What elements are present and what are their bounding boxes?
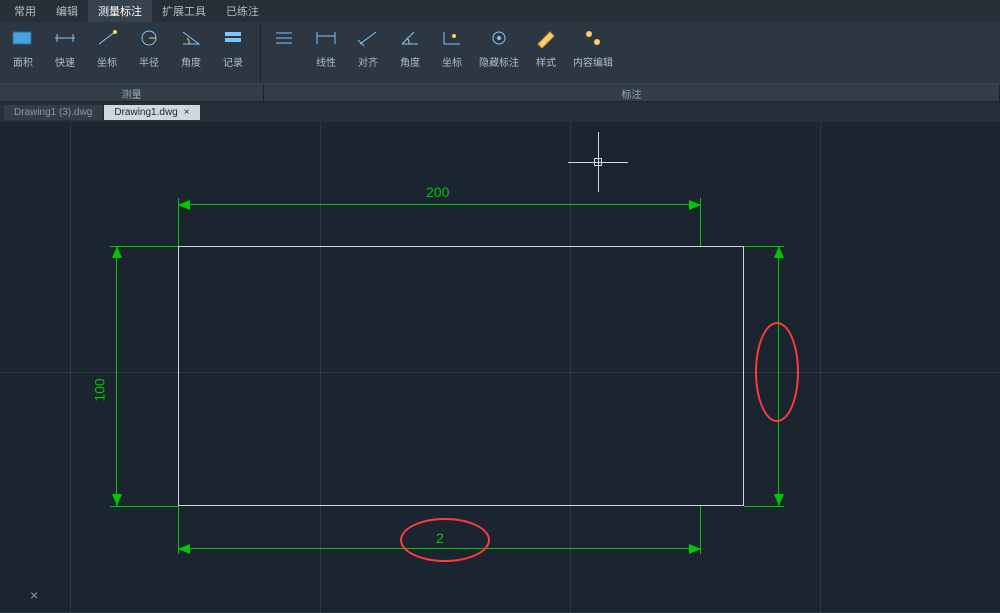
ribbon-angle2-button[interactable]: 角度 (393, 26, 427, 69)
menu-tab-edit[interactable]: 编辑 (46, 0, 88, 22)
menu-tab-measure-annotate[interactable]: 测量标注 (88, 0, 152, 22)
arrow-left-icon (178, 544, 190, 554)
ribbon-coord2-button[interactable]: 坐标 (435, 26, 469, 69)
menu-tabs: 常用 编辑 测量标注 扩展工具 已练注 (0, 0, 1000, 22)
dim-line-top (178, 204, 701, 205)
ribbon-style-button[interactable]: 样式 (529, 26, 563, 69)
ribbon-coord-button[interactable]: 坐标 (90, 26, 124, 69)
dim-ext-line (744, 506, 784, 507)
doc-tab-inactive[interactable]: Drawing1 (3).dwg (4, 105, 102, 120)
menu-tab-trained[interactable]: 已练注 (216, 0, 269, 22)
edit-icon (581, 26, 605, 50)
ribbon-label: 角度 (181, 54, 201, 69)
arrow-down-icon (774, 494, 784, 506)
ribbon-angle-button[interactable]: 角度 (174, 26, 208, 69)
group-label-annotate: 标注 (264, 84, 1000, 101)
ribbon-label: 角度 (400, 54, 420, 69)
ribbon-group-annotate: 线性 对齐 角度 坐标 隐藏标注 样式 内容编辑 (260, 22, 1000, 83)
grid-line (820, 122, 821, 613)
dim-line-left (116, 246, 117, 506)
menu-tab-common[interactable]: 常用 (4, 0, 46, 22)
ribbon: 面积 快速 坐标 半径 角度 记录 线性 (0, 22, 1000, 84)
arrow-up-icon (112, 246, 122, 258)
coord2-icon (440, 26, 464, 50)
ribbon-record-button[interactable]: 记录 (216, 26, 250, 69)
arrow-right-icon (689, 200, 701, 210)
doc-tab-label: Drawing1.dwg (114, 107, 177, 118)
quick-icon (53, 26, 77, 50)
ribbon-radius-button[interactable]: 半径 (132, 26, 166, 69)
coord-icon (95, 26, 119, 50)
ribbon-label: 记录 (223, 54, 243, 69)
list-icon (272, 26, 296, 50)
aligned-icon (356, 26, 380, 50)
ribbon-label: 面积 (13, 54, 33, 69)
arrow-up-icon (774, 246, 784, 258)
ribbon-groups-bar: 测量 标注 (0, 84, 1000, 102)
hide-icon (487, 26, 511, 50)
doc-tab-active[interactable]: Drawing1.dwg × (104, 105, 199, 120)
rectangle-shape (178, 246, 744, 506)
radius-icon (137, 26, 161, 50)
ribbon-label: 隐藏标注 (479, 54, 519, 69)
record-icon (221, 26, 245, 50)
ribbon-hide-button[interactable]: 隐藏标注 (477, 26, 521, 69)
ribbon-aligned-button[interactable]: 对齐 (351, 26, 385, 69)
annotation-ellipse (755, 322, 799, 422)
area-icon (11, 26, 35, 50)
ribbon-label: 半径 (139, 54, 159, 69)
document-tabs: Drawing1 (3).dwg Drawing1.dwg × (0, 102, 1000, 122)
ribbon-label: 样式 (536, 54, 556, 69)
menu-tab-extend-tools[interactable]: 扩展工具 (152, 0, 216, 22)
ribbon-label: 坐标 (97, 54, 117, 69)
ribbon-group-measure: 面积 快速 坐标 半径 角度 记录 (0, 22, 260, 83)
ribbon-quick-button[interactable]: 快速 (48, 26, 82, 69)
ribbon-label: 坐标 (442, 54, 462, 69)
ribbon-edit-button[interactable]: 内容编辑 (571, 26, 615, 69)
dim-ext-line (110, 506, 178, 507)
doc-tab-label: Drawing1 (3).dwg (14, 107, 92, 118)
linear-icon (314, 26, 338, 50)
ribbon-label: 快速 (55, 54, 75, 69)
grid-line (70, 122, 71, 613)
dim-text-left: 100 (92, 378, 108, 401)
ribbon-label: 内容编辑 (573, 54, 613, 69)
ribbon-label: 线性 (316, 54, 336, 69)
angle2-icon (398, 26, 422, 50)
drawing-canvas[interactable]: 200 100 2 × (0, 122, 1000, 613)
arrow-left-icon (178, 200, 190, 210)
ribbon-label: 对齐 (358, 54, 378, 69)
dim-text-top: 200 (426, 184, 449, 200)
close-icon[interactable]: × (30, 587, 38, 603)
arrow-right-icon (689, 544, 701, 554)
group-label-measure: 测量 (0, 84, 264, 101)
ribbon-list-button[interactable] (267, 26, 301, 54)
style-icon (534, 26, 558, 50)
angle-icon (179, 26, 203, 50)
close-icon[interactable]: × (184, 107, 190, 118)
ribbon-area-button[interactable]: 面积 (6, 26, 40, 69)
ribbon-linear-button[interactable]: 线性 (309, 26, 343, 69)
arrow-down-icon (112, 494, 122, 506)
annotation-ellipse (400, 518, 490, 562)
